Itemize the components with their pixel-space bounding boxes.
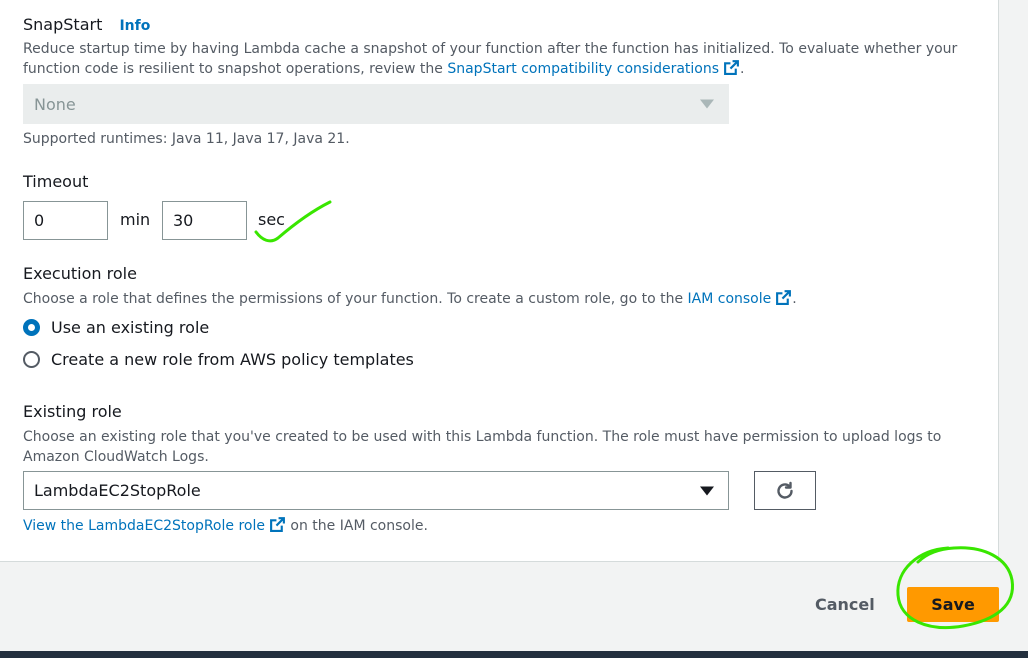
snapstart-desc-end: . [740,61,745,77]
timeout-sec-unit: sec [258,210,285,229]
snapstart-info-link[interactable]: Info [119,18,150,34]
execution-role-desc-text: Choose a role that defines the permissio… [23,291,688,307]
refresh-roles-button[interactable] [754,471,816,510]
existing-role-select[interactable]: LambdaEC2StopRole [23,471,729,510]
snapstart-select: None [23,84,729,124]
external-link-icon[interactable] [269,516,286,533]
execution-role-desc-end: . [792,291,797,307]
timeout-sec-input[interactable]: 30 [162,201,247,240]
radio-label: Use an existing role [51,318,210,337]
snapstart-supported-runtimes: Supported runtimes: Java 11, Java 17, Ja… [23,131,350,147]
refresh-icon [777,481,793,499]
view-role-link[interactable]: View the LambdaEC2StopRole role [23,518,265,534]
timeout-sec-value: 30 [173,211,194,230]
timeout-min-input[interactable]: 0 [23,201,108,240]
existing-role-select-value: LambdaEC2StopRole [34,481,201,500]
save-button[interactable]: Save [907,587,999,622]
iam-console-link[interactable]: IAM console [688,291,772,307]
snapstart-select-value: None [34,94,76,114]
execution-role-description: Choose a role that defines the permissio… [23,289,963,309]
timeout-min-unit: min [120,210,151,229]
timeout-title: Timeout [23,172,89,191]
radio-create-new-role[interactable]: Create a new role from AWS policy templa… [23,350,414,369]
basic-settings-panel: SnapStart Info Reduce startup time by ha… [0,0,999,562]
execution-role-title: Execution role [23,264,137,283]
radio-label: Create a new role from AWS policy templa… [51,350,414,369]
chevron-down-icon [700,486,714,495]
existing-role-description: Choose an existing role that you've crea… [23,429,942,465]
radio-button[interactable] [23,351,40,368]
snapstart-description: Reduce startup time by having Lambda cac… [23,39,963,79]
radio-use-existing-role[interactable]: Use an existing role [23,318,209,337]
view-role-suffix: on the IAM console. [285,518,428,534]
snapstart-title: SnapStart [23,15,103,34]
external-link-icon[interactable] [775,289,792,306]
external-link-icon[interactable] [723,59,740,76]
existing-role-title: Existing role [23,402,122,421]
bottom-bar [0,651,1028,658]
view-role-line: View the LambdaEC2StopRole role on the I… [23,516,428,536]
timeout-min-value: 0 [34,211,45,230]
chevron-down-icon [700,99,714,109]
radio-button-checked[interactable] [23,319,40,336]
snapstart-heading: SnapStart Info [23,15,150,34]
cancel-button[interactable]: Cancel [815,595,875,614]
snapstart-compat-link[interactable]: SnapStart compatibility considerations [447,61,719,77]
